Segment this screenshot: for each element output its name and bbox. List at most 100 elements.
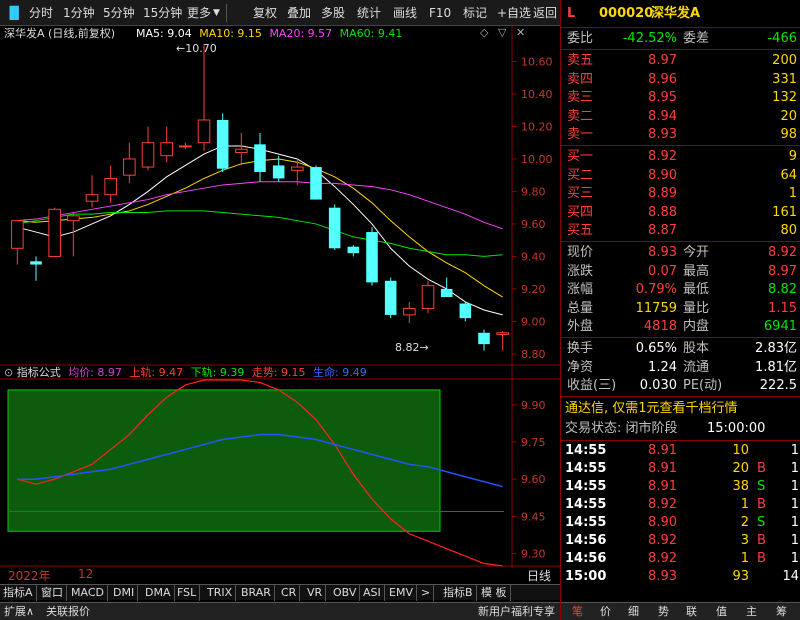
f10-button[interactable]: F10 <box>426 4 454 22</box>
bid-price: 8.89 <box>648 186 677 201</box>
kline-chart[interactable]: 10.60 10.40 10.20 10.00 9.80 9.60 9.40 9.20 9.00… <box>0 26 560 568</box>
bid-row[interactable]: 买四 8.88 161 <box>561 204 800 222</box>
ind-y-tick-label: 9.60 <box>521 473 546 486</box>
tab-brar[interactable]: BRAR <box>238 585 275 601</box>
tab-cr[interactable]: CR <box>278 585 301 601</box>
high-price-label: ←10.70 <box>176 42 217 55</box>
tick-price: 8.93 <box>648 569 677 584</box>
tab-vr[interactable]: VR <box>304 585 327 601</box>
add-watchlist-button[interactable]: +自选 <box>494 4 534 22</box>
candle-body <box>123 158 136 176</box>
tab-indicator-a[interactable]: 指标A <box>0 585 37 601</box>
candle-body <box>197 119 211 144</box>
tick-count: 14 <box>782 569 799 584</box>
chevron-down-icon[interactable]: ▼ <box>210 4 223 22</box>
row-label: 换手 <box>567 341 594 356</box>
tab-dmi[interactable]: DMI <box>110 585 139 601</box>
bid-label: 买五 <box>567 223 594 238</box>
diamond-icon[interactable]: ◇ <box>480 26 488 39</box>
quote-panel: L 000020 深华发A 委比 -42.52% 委差 -466 通达信, 仅需… <box>560 0 800 620</box>
ask-row[interactable]: 卖一 8.93 98 <box>561 126 800 144</box>
tab-dma[interactable]: DMA <box>142 585 175 601</box>
row-value-2: 8.92 <box>768 245 797 260</box>
candle-body <box>11 220 24 249</box>
tick-price: 8.92 <box>648 551 677 566</box>
indicator-name[interactable]: 指标公式 <box>17 366 61 379</box>
tick-side: S <box>757 515 766 530</box>
bid-price: 8.87 <box>648 223 677 238</box>
tab-trix[interactable]: TRIX <box>204 585 237 601</box>
tick-price: 8.92 <box>648 533 677 548</box>
menu-icon[interactable]: ▐▌ <box>2 4 26 22</box>
ask-label: 卖一 <box>567 127 594 142</box>
ask-row[interactable]: 卖五 8.97 200 <box>561 52 800 70</box>
y-tick-label: 10.40 <box>521 88 553 101</box>
tab-indicator-b[interactable]: 指标B <box>440 585 477 601</box>
trade-status-label: 交易状态: 闭市阶段 <box>565 421 678 436</box>
row-label: 总量 <box>567 300 594 316</box>
bid-row[interactable]: 买五 8.87 80 <box>561 222 800 240</box>
ask-row[interactable]: 卖四 8.96 331 <box>561 71 800 89</box>
tab-window[interactable]: 窗口 <box>38 585 67 601</box>
tick-row: 14:56 8.92 1 B 1 <box>561 550 800 568</box>
tick-volume: 2 <box>740 515 749 530</box>
related-quote-button[interactable]: 关联报价 <box>46 604 90 620</box>
row-label: 外盘 <box>567 319 594 334</box>
overlay-button[interactable]: 叠加 <box>284 4 314 22</box>
ask-row[interactable]: 卖三 8.95 132 <box>561 89 800 107</box>
row-label-2: 量比 <box>683 300 710 316</box>
row-value: 4818 <box>643 319 677 334</box>
bid-volume: 161 <box>772 204 797 220</box>
promo-text: 通达信, 仅需1元查看千档行情 <box>565 401 738 416</box>
period-label[interactable]: 日线 <box>527 567 551 584</box>
row-label: 涨幅 <box>567 282 594 297</box>
indicator-expand-icon[interactable]: ⊙ <box>4 366 13 379</box>
tick-side: B <box>757 497 766 512</box>
tab-scroll-right[interactable]: > <box>418 585 435 601</box>
row-value: 0.07 <box>648 263 677 279</box>
y-tick-label: 10.00 <box>521 153 553 166</box>
tab-5min[interactable]: 5分钟 <box>100 4 138 22</box>
tab-macd[interactable]: MACD <box>68 585 108 601</box>
stat-row: 现价 8.93 今开 8.92 <box>561 244 800 262</box>
tab-asi[interactable]: ASI <box>360 585 385 601</box>
promo-link[interactable]: 新用户福利专享 <box>478 604 555 620</box>
tab-fsl[interactable]: FSL <box>174 585 201 601</box>
candle-body <box>459 303 472 319</box>
ma10-label: MA10: 9.15 <box>199 27 262 40</box>
bid-row[interactable]: 买一 8.92 9 <box>561 148 800 166</box>
tab-15min[interactable]: 15分钟 <box>140 4 185 22</box>
multi-stock-button[interactable]: 多股 <box>318 4 348 22</box>
tick-time: 15:00 <box>565 569 607 584</box>
tab-emv[interactable]: EMV <box>386 585 417 601</box>
bid-row[interactable]: 买三 8.89 1 <box>561 185 800 203</box>
ask-row[interactable]: 卖二 8.94 20 <box>561 108 800 126</box>
draw-line-button[interactable]: 画线 <box>390 4 420 22</box>
stock-code: 000020 <box>599 6 654 21</box>
tab-1min[interactable]: 1分钟 <box>60 4 98 22</box>
tab-template[interactable]: 模 板 <box>478 585 511 601</box>
candle-body <box>141 142 155 168</box>
stat2-row: 净资 1.24 流通 1.81亿 <box>561 359 800 377</box>
tab-fenshi[interactable]: 分时 <box>26 4 56 22</box>
mark-button[interactable]: 标记 <box>460 4 490 22</box>
bid-row[interactable]: 买二 8.90 64 <box>561 167 800 185</box>
bid-volume: 64 <box>780 167 797 183</box>
row-value-2: 8.82 <box>768 282 797 297</box>
stats-button[interactable]: 统计 <box>354 4 384 22</box>
ma20-line <box>17 181 503 230</box>
close-icon[interactable]: ✕ <box>516 26 525 39</box>
chevron-down-icon[interactable]: ▽ <box>498 26 506 39</box>
ask-price: 8.96 <box>648 71 677 87</box>
tick-count: 1 <box>790 515 799 530</box>
ma-legend: MA5: 9.04 MA10: 9.15 MA20: 9.57 MA60: 9.… <box>136 27 402 41</box>
back-button[interactable]: 返回 <box>530 4 560 22</box>
promo-banner[interactable]: 通达信, 仅需1元查看千档行情 <box>561 400 800 418</box>
expand-button[interactable]: 扩展∧ <box>4 604 34 620</box>
bid-volume: 9 <box>788 149 797 164</box>
tab-obv[interactable]: OBV <box>330 585 361 601</box>
y-tick-label: 10.20 <box>521 120 553 133</box>
candle-body <box>328 207 341 249</box>
fuquan-button[interactable]: 复权 <box>250 4 280 22</box>
row-value: 11759 <box>635 300 677 316</box>
